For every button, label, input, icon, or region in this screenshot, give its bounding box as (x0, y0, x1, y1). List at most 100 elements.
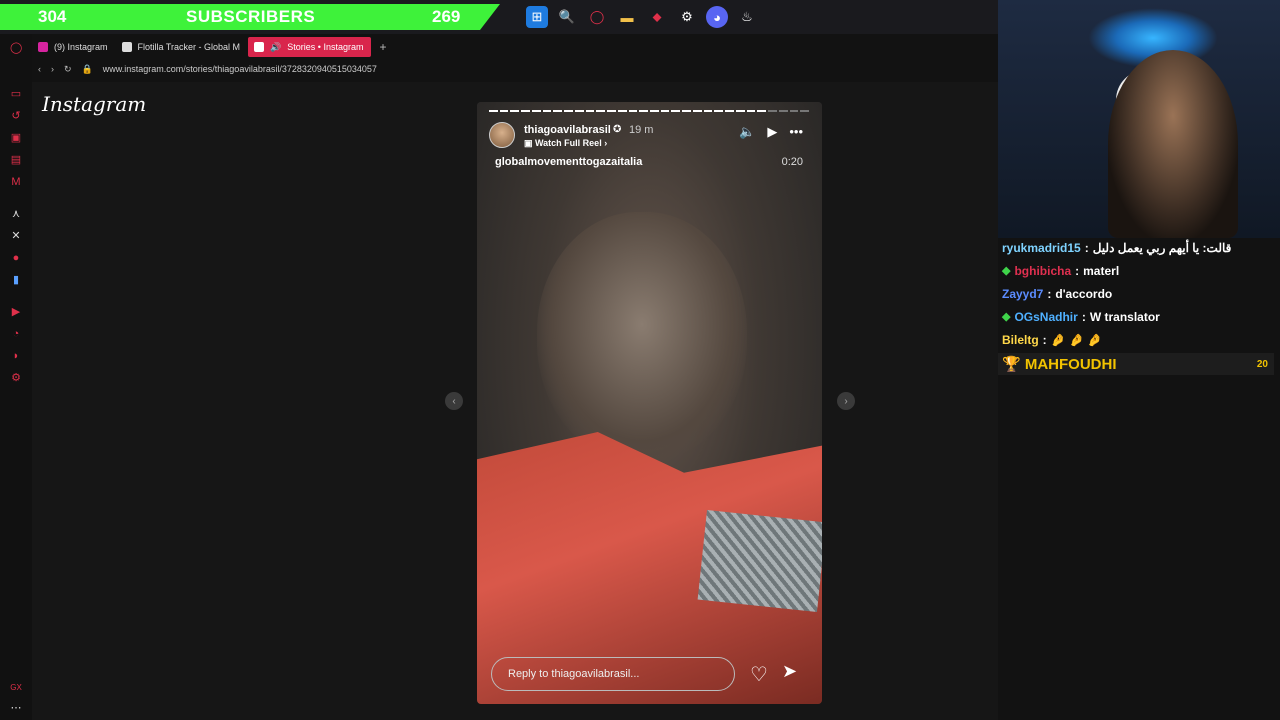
mail-icon[interactable]: M (10, 176, 22, 188)
progress-segment (746, 110, 756, 112)
tab-stories-instagram[interactable]: 🔊 Stories • Instagram (248, 37, 372, 57)
more-options-icon[interactable]: ••• (789, 124, 803, 140)
search-icon[interactable]: 🔍 (556, 6, 578, 28)
speaker-icon: 🔊 (270, 41, 282, 52)
progress-segment (650, 110, 659, 112)
progress-segment (607, 110, 616, 112)
progress-segment (617, 110, 627, 112)
subscriber-label: SUBSCRIBERS (186, 7, 316, 26)
taskbar: ⊞ 🔍 ◯ ▬ ⬥ ⚙ ◕ ♨ (526, 6, 758, 28)
address-bar: ‹ › ↻ 🔒 www.instagram.com/stories/thiago… (32, 58, 998, 80)
chat-message: ryukmadrid15 : قالت: يا أيهم ربي يعمل دل… (1002, 240, 1232, 255)
chat-message: Zayyd7 : d'accordo (1002, 286, 1113, 301)
tab-instagram[interactable]: (9) Instagram (32, 37, 116, 57)
stream-chat: ryukmadrid15 : قالت: يا أيهم ربي يعمل دل… (998, 236, 1274, 376)
diamond-badge-icon: ◆ (1002, 265, 1011, 277)
progress-segment (499, 110, 509, 112)
trophy-icon: 🏆 (1002, 356, 1025, 373)
progress-segment (574, 110, 584, 112)
player-icon[interactable]: ▶ (10, 306, 22, 318)
progress-segment (553, 110, 563, 112)
verified-badge-icon: ✪ (613, 124, 622, 135)
opera-gx-icon[interactable]: ◯ (586, 6, 608, 28)
windows-start-icon[interactable]: ⊞ (526, 6, 548, 28)
progress-segment (489, 110, 498, 112)
story-progress-bar (489, 110, 810, 112)
diamond-badge-icon: ◆ (1002, 311, 1011, 323)
progress-segment (660, 110, 670, 112)
top-chatter-banner: 🏆 MAHFOUDHI 20 (998, 353, 1274, 375)
progress-segment (564, 110, 573, 112)
reddit-icon[interactable]: ● (10, 252, 22, 264)
gx-icon[interactable]: GX (10, 682, 22, 694)
flotilla-favicon-icon (121, 42, 132, 52)
x-icon[interactable]: ✕ (10, 230, 22, 242)
streamer (1108, 50, 1238, 238)
browser-sidebar: ◯ ▭ ↺ ▣ ▤ M ⋏ ✕ ● ▮ ▶ ◔ ◗ ⚙ GX ⋯ (0, 34, 32, 720)
url-text[interactable]: www.instagram.com/stories/thiagoavilabra… (103, 64, 377, 74)
file-explorer-icon[interactable]: ▬ (616, 6, 638, 28)
reply-input[interactable]: Reply to thiagoavilabrasil... (491, 657, 735, 691)
music-label[interactable]: globalmovementtogazaitalia (495, 156, 642, 168)
progress-segment (692, 110, 702, 112)
bitwarden-icon[interactable]: ▮ (10, 274, 22, 286)
pin-app-icon[interactable]: ⬥ (646, 6, 668, 28)
app-icon[interactable]: ⋏ (10, 208, 22, 220)
progress-segment (789, 110, 799, 112)
forward-icon[interactable]: › (51, 64, 54, 74)
discord-icon[interactable]: ◕ (706, 6, 728, 28)
like-heart-icon[interactable]: ♡ (750, 662, 768, 687)
instagram-favicon-icon (38, 42, 48, 52)
twitch-alt-icon[interactable]: ▤ (10, 154, 22, 166)
steam-icon[interactable]: ♨ (736, 6, 758, 28)
tab-label: Flotilla Tracker - Global M (137, 42, 241, 52)
progress-segment (778, 110, 788, 112)
avatar[interactable] (489, 122, 515, 148)
instagram-logo[interactable]: Instagram (42, 92, 146, 116)
progress-segment (757, 110, 767, 112)
story-duration: 0:20 (781, 156, 803, 168)
progress-segment (725, 110, 734, 112)
progress-segment (585, 110, 595, 112)
story-time: 19 m (629, 124, 654, 136)
more-icon[interactable]: ⋯ (10, 702, 22, 714)
top-chatter-count: 20 (1256, 358, 1268, 370)
watch-full-reel-link[interactable]: ▣ Watch Full Reel › (524, 138, 607, 149)
progress-segment (714, 110, 724, 112)
instagram-page: Instagram ‹ › thiagoavilabrasil ✪ 19 m ▣… (32, 82, 998, 720)
tab-label: Stories • Instagram (287, 42, 364, 52)
video-reflective-strip (697, 509, 822, 613)
history-icon[interactable]: ↺ (10, 110, 22, 122)
bag-icon[interactable]: ▣ (10, 132, 22, 144)
reel-icon: ▣ (524, 138, 536, 148)
subscriber-goal-bar: 304 SUBSCRIBERS 269 (0, 4, 500, 30)
settings-icon[interactable]: ⚙ (676, 6, 698, 28)
story-viewer[interactable]: thiagoavilabrasil ✪ 19 m ▣ Watch Full Re… (477, 102, 822, 704)
new-tab-button[interactable]: + (379, 40, 386, 54)
progress-segment (735, 110, 745, 112)
opera-logo-icon[interactable]: ◯ (10, 42, 22, 54)
lock-icon: 🔒 (81, 63, 93, 74)
webcam-overlay (998, 0, 1280, 238)
tab-flotilla-tracker[interactable]: Flotilla Tracker - Global M (116, 37, 249, 57)
subscriber-right-count: 269 (432, 7, 461, 26)
chat-icon[interactable]: ◗ (10, 350, 22, 362)
progress-segment (596, 110, 606, 112)
clock-icon[interactable]: ◔ (10, 328, 22, 340)
sidebar-settings-icon[interactable]: ⚙ (10, 372, 22, 384)
story-header: thiagoavilabrasil ✪ 19 m ▣ Watch Full Re… (489, 122, 809, 172)
volume-icon[interactable]: 🔈 (739, 124, 755, 140)
send-icon[interactable]: ➤ (782, 661, 797, 682)
reload-icon[interactable]: ↻ (64, 64, 72, 75)
previous-story-button[interactable]: ‹ (445, 392, 463, 410)
story-controls: 🔈 ▶ ••• (739, 124, 803, 140)
next-story-button[interactable]: › (837, 392, 855, 410)
back-icon[interactable]: ‹ (38, 64, 41, 74)
story-username[interactable]: thiagoavilabrasil (524, 124, 611, 136)
play-icon[interactable]: ▶ (767, 124, 777, 140)
top-chatter-name: MAHFOUDHI (1024, 355, 1117, 373)
progress-segment (531, 110, 541, 112)
video-face (537, 212, 747, 462)
twitch-icon[interactable]: ▭ (10, 88, 22, 100)
tab-bar: (9) Instagram Flotilla Tracker - Global … (32, 36, 386, 58)
